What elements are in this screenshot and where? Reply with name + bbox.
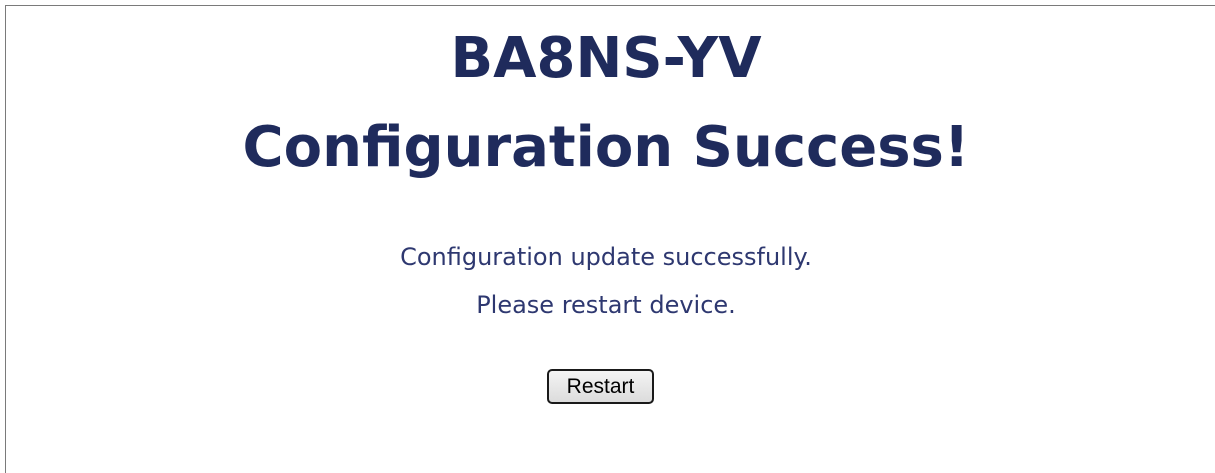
device-name-heading: BA8NS-YV — [450, 26, 762, 91]
status-message-line-1: Configuration update successfully. — [400, 243, 812, 271]
status-message: Configuration update successfully. Pleas… — [6, 233, 1206, 329]
page-frame: BA8NS-YV Configuration Success! Configur… — [5, 5, 1215, 473]
page-title: Configuration Success! — [242, 115, 970, 180]
status-message-line-2: Please restart device. — [476, 291, 736, 319]
restart-button[interactable]: Restart — [547, 369, 654, 404]
